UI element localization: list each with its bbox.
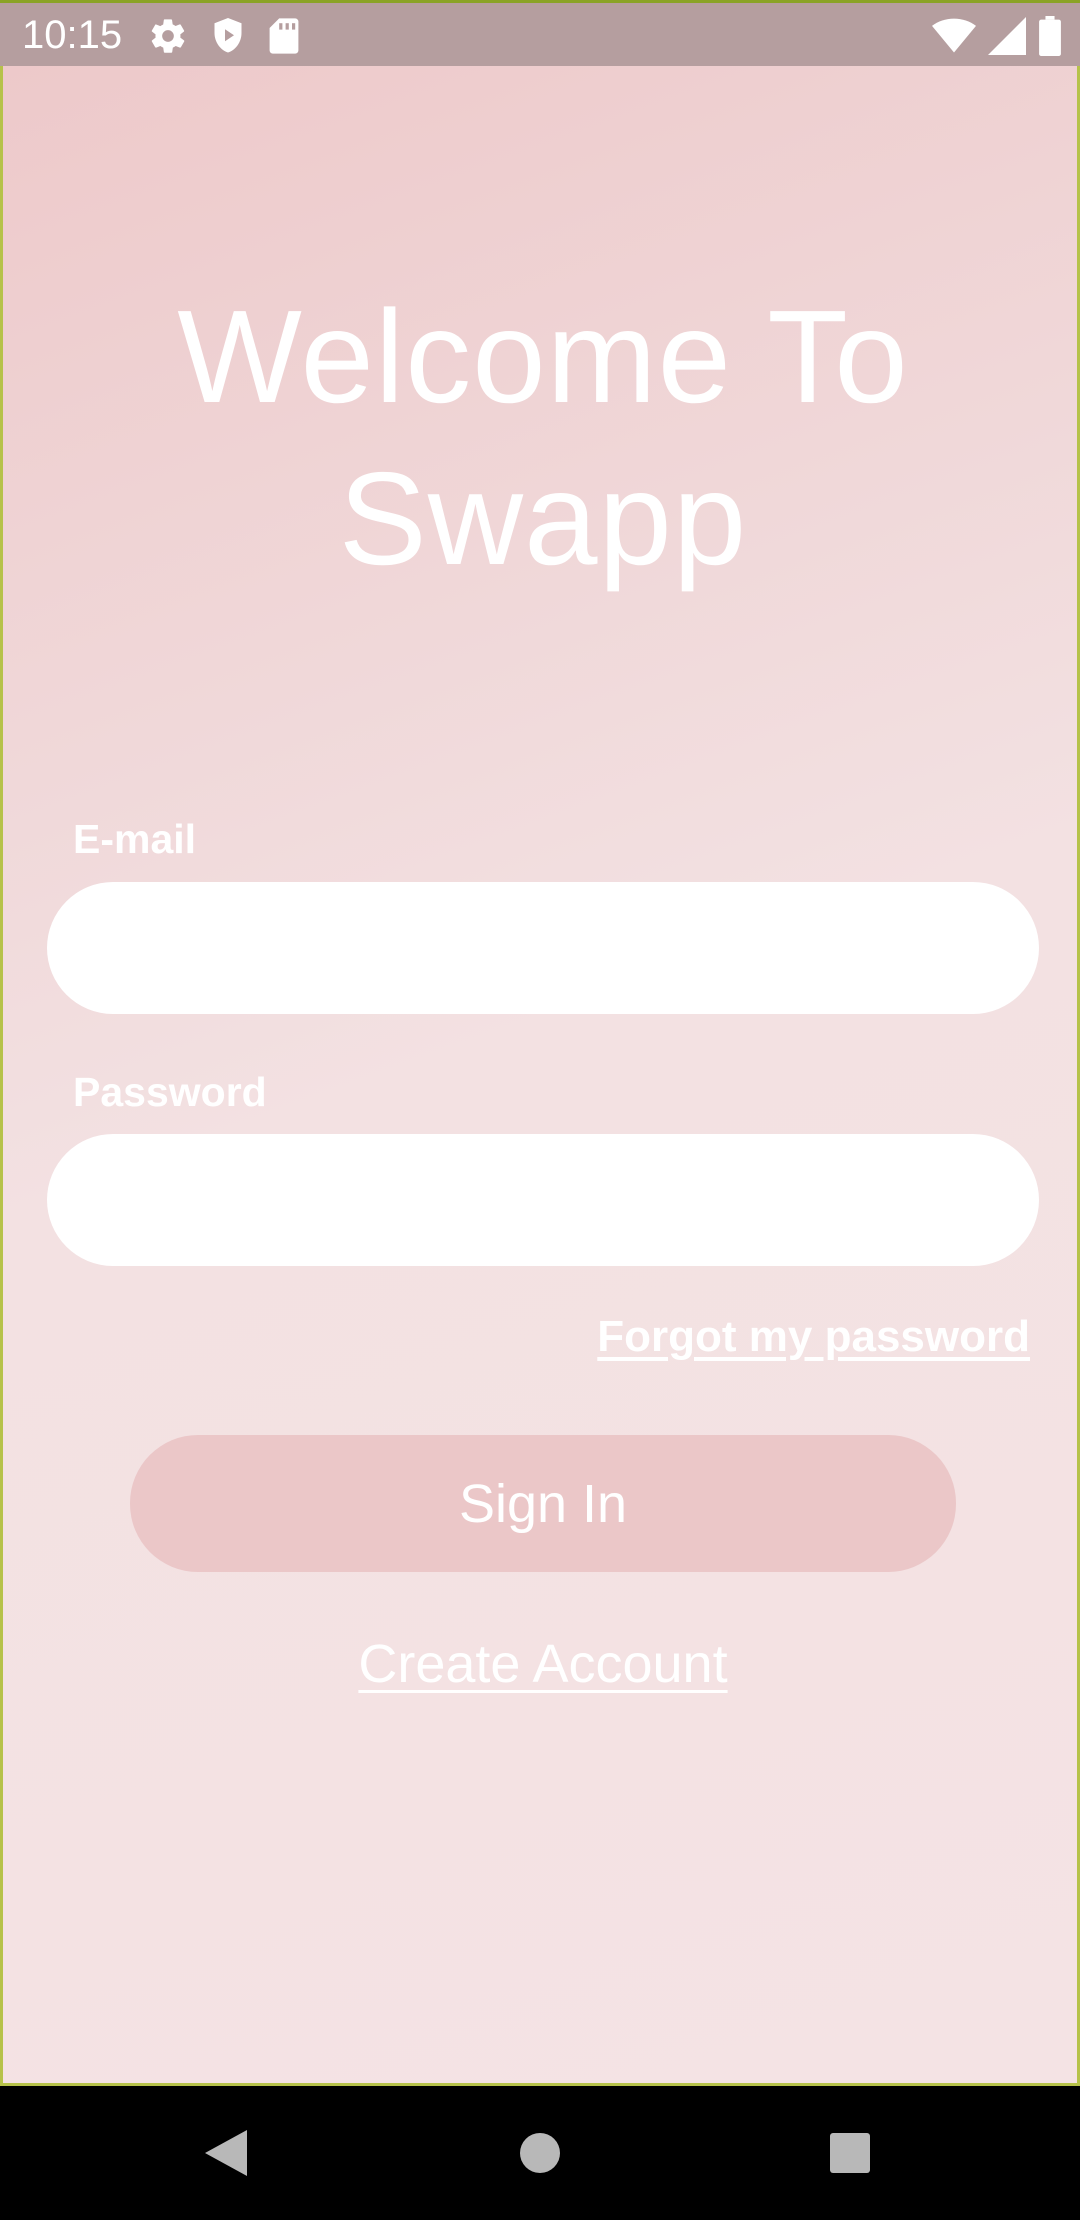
- email-label: E-mail: [73, 816, 197, 862]
- email-field[interactable]: [47, 882, 1039, 1014]
- password-field[interactable]: [47, 1134, 1039, 1266]
- navigation-bar: [0, 2086, 1080, 2220]
- welcome-title-line2: Swapp: [338, 445, 748, 592]
- back-button[interactable]: [146, 2086, 306, 2220]
- home-circle-icon: [520, 2133, 560, 2173]
- shield-play-icon: [210, 16, 246, 56]
- battery-icon: [1038, 16, 1062, 56]
- status-time: 10:15: [22, 13, 123, 57]
- welcome-title-line1: Welcome To: [177, 283, 909, 430]
- status-icons-left: [148, 16, 300, 56]
- cell-signal-icon: [988, 16, 1026, 56]
- welcome-title: Welcome To Swapp: [3, 276, 1080, 600]
- password-label: Password: [73, 1069, 267, 1115]
- home-button[interactable]: [460, 2086, 620, 2220]
- login-screen: Welcome To Swapp E-mail Password Forgot …: [0, 66, 1080, 2086]
- sd-card-icon: [268, 16, 300, 56]
- sign-in-button[interactable]: Sign In: [130, 1435, 956, 1572]
- forgot-password-link[interactable]: Forgot my password: [597, 1310, 1030, 1364]
- gear-icon: [148, 16, 188, 56]
- back-triangle-icon: [205, 2130, 247, 2176]
- create-account-row: Create Account: [3, 1632, 1080, 1696]
- create-account-link[interactable]: Create Account: [358, 1634, 727, 1694]
- status-bar: 10:15: [0, 0, 1080, 66]
- status-icons-right: [932, 16, 1062, 56]
- recents-square-icon: [830, 2133, 870, 2173]
- recents-button[interactable]: [770, 2086, 930, 2220]
- wifi-icon: [932, 16, 976, 56]
